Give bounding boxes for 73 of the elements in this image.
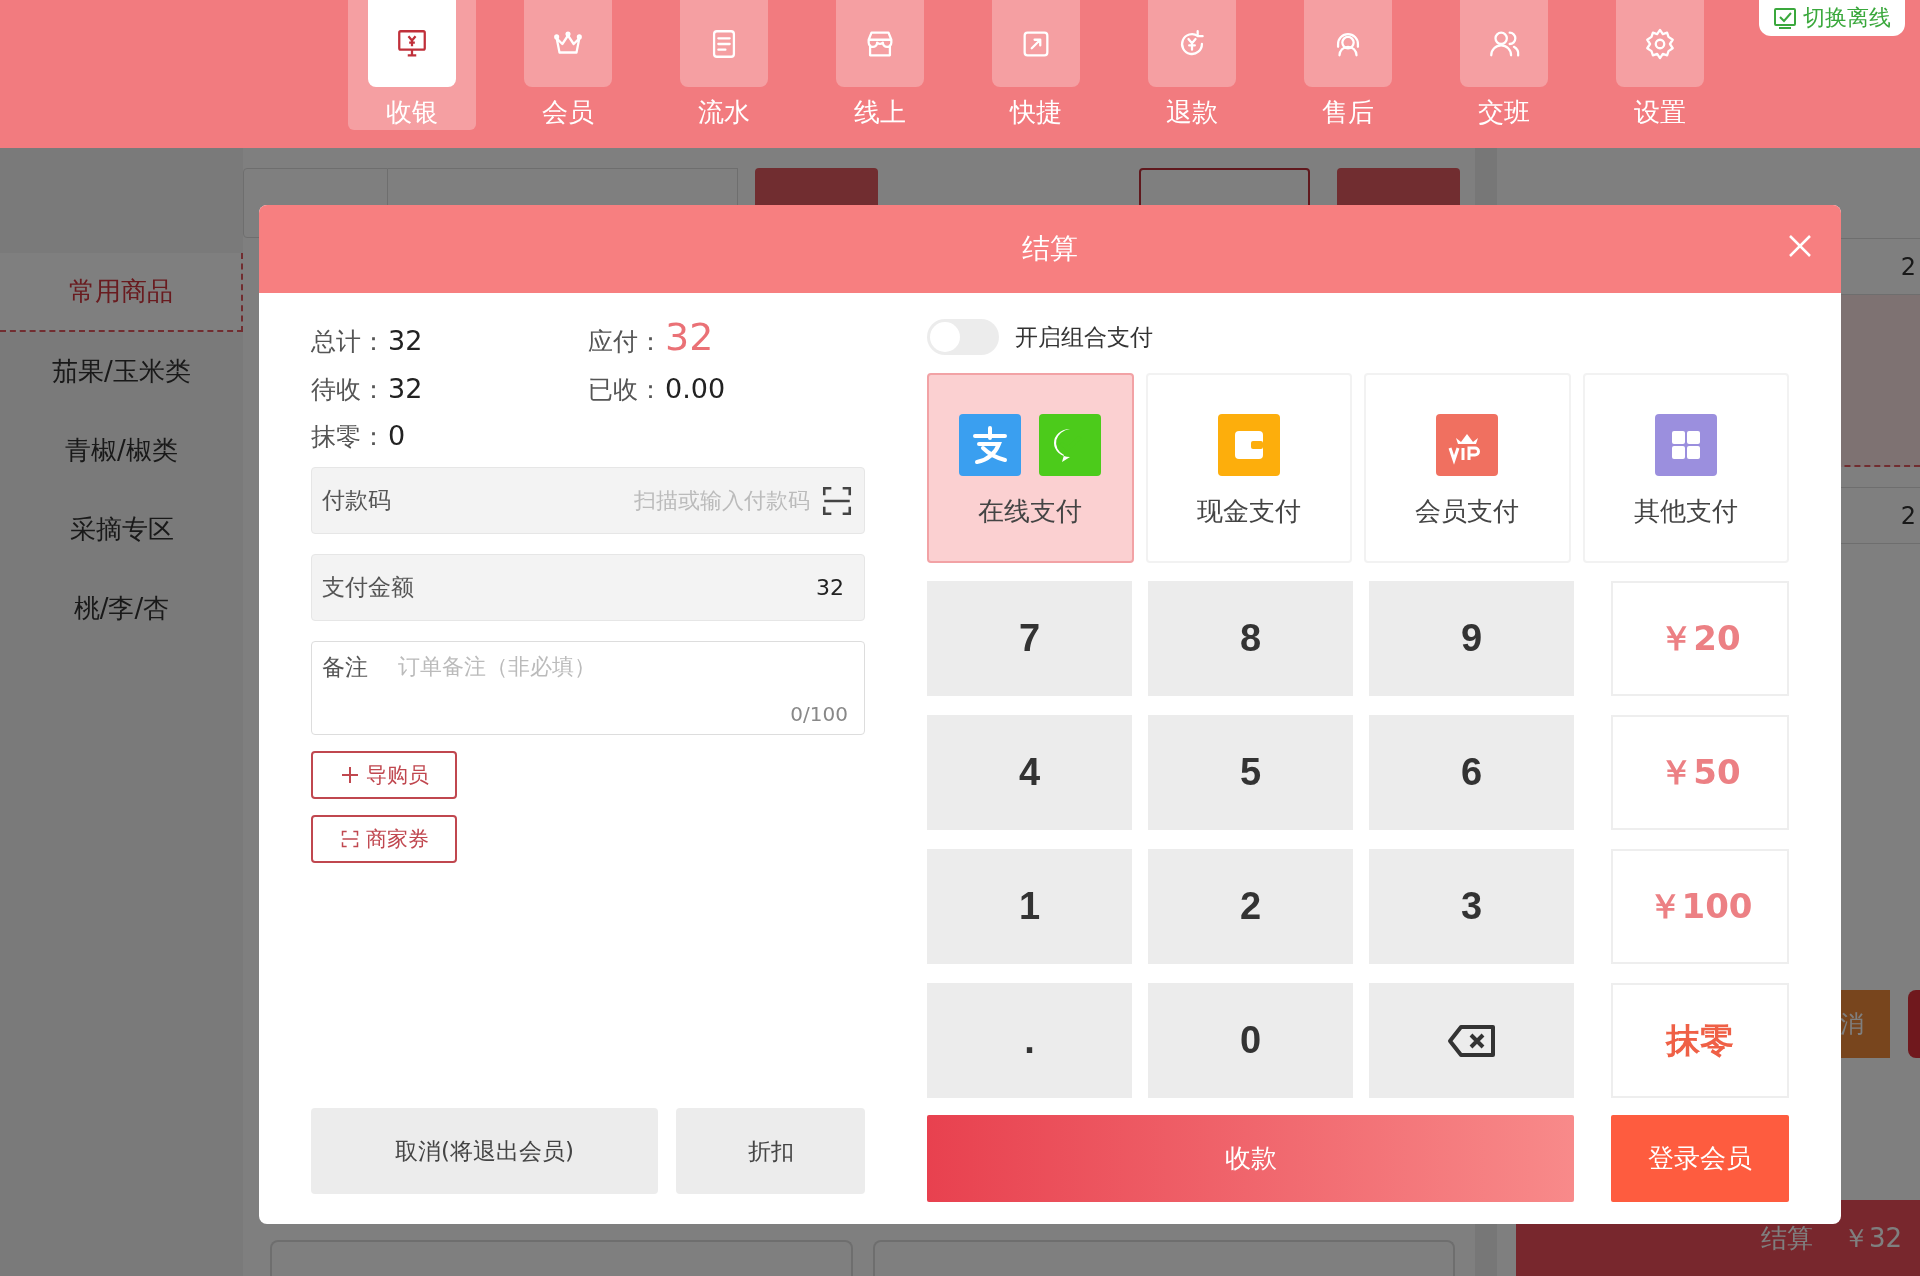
footer-button[interactable]: 取消(将退出会员): [311, 1108, 658, 1194]
plus-icon: [339, 765, 360, 785]
grid-icon: [1654, 414, 1717, 476]
nav-tab[interactable]: 交班: [1440, 0, 1568, 130]
nav-tab[interactable]: 线上: [816, 0, 944, 130]
nav-tab[interactable]: 退款: [1128, 0, 1256, 130]
keypad-key[interactable]: 0: [1148, 983, 1353, 1098]
summary-value: 32: [665, 315, 714, 359]
settings-icon: [1643, 26, 1677, 61]
field-label: 付款码: [322, 486, 391, 515]
scan-icon: [339, 829, 360, 849]
remark-field[interactable]: 备注 订单备注（非必填） 0/100: [311, 641, 865, 735]
vip-crown-icon: [1436, 414, 1499, 476]
field-value: 32: [816, 575, 844, 600]
quick-amount-key[interactable]: ￥50: [1611, 715, 1789, 830]
placeholder-text: 扫描或输入付款码: [634, 486, 810, 515]
summary-label: 总计：: [311, 326, 386, 358]
keypad-key[interactable]: 6: [1369, 715, 1574, 830]
dialog-title: 结算: [1022, 231, 1078, 267]
keypad-key[interactable]: 8: [1148, 581, 1353, 696]
field-label: 备注: [322, 653, 368, 682]
field-label: 支付金额: [322, 573, 414, 602]
nav-tab[interactable]: 流水: [660, 0, 788, 130]
summary-value: 0: [388, 420, 406, 451]
summary-value: 32: [388, 325, 423, 356]
keypad-key[interactable]: 4: [927, 715, 1132, 830]
add-option-button[interactable]: 商家券: [311, 815, 457, 863]
keypad-key[interactable]: 3: [1369, 849, 1574, 964]
placeholder-text: 订单备注（非必填）: [398, 653, 596, 681]
nav-tab[interactable]: 会员: [504, 0, 632, 130]
summary-value: 0.00: [665, 373, 726, 404]
quick-amount-key[interactable]: ￥100: [1611, 849, 1789, 964]
side-button[interactable]: [1908, 990, 1920, 1058]
member-login-button[interactable]: 登录会员: [1611, 1115, 1789, 1202]
backspace-icon: [1446, 1023, 1497, 1058]
keypad-key[interactable]: 2: [1148, 849, 1353, 964]
checkbox-icon: [1773, 6, 1797, 30]
summary-value: 32: [388, 373, 423, 404]
backspace-key[interactable]: [1369, 983, 1574, 1098]
nav-tab[interactable]: 售后: [1284, 0, 1412, 130]
footer-button[interactable]: 折扣: [676, 1108, 865, 1194]
payment-method-card[interactable]: 现金支付: [1145, 373, 1352, 563]
summary-label: 待收：: [311, 374, 386, 406]
summary-label: 抹零：: [311, 421, 386, 453]
summary-label: 已收：: [588, 374, 663, 406]
nav-tab[interactable]: 设置: [1596, 0, 1724, 130]
round-off-key[interactable]: 抹零: [1611, 983, 1789, 1098]
payment-method-card[interactable]: 会员支付: [1364, 373, 1571, 563]
wallet-icon: [1217, 414, 1280, 476]
offline-switch-button[interactable]: 切换离线: [1759, 0, 1905, 36]
collect-payment-button[interactable]: 收款: [927, 1115, 1574, 1202]
add-option-button[interactable]: 导购员: [311, 751, 457, 799]
quick-amount-key[interactable]: ￥20: [1611, 581, 1789, 696]
chat-bubble-icon: [1039, 414, 1102, 476]
payment-method-card[interactable]: 其他支付: [1582, 373, 1789, 563]
category-item[interactable]: 常用商品: [0, 253, 243, 332]
category-item[interactable]: 桃/李/杏: [0, 569, 243, 648]
keypad-key[interactable]: 1: [927, 849, 1132, 964]
summary-label: 应付：: [588, 326, 663, 358]
keypad-key[interactable]: 5: [1148, 715, 1353, 830]
alipay-icon: [959, 414, 1022, 476]
keypad-key[interactable]: 7: [927, 581, 1132, 696]
category-item[interactable]: 青椒/椒类: [0, 411, 243, 490]
nav-tab[interactable]: 快捷: [972, 0, 1100, 130]
payment-method-card[interactable]: 在线支付: [927, 373, 1134, 563]
keypad-key[interactable]: 9: [1369, 581, 1574, 696]
payment-code-field[interactable]: 付款码 扫描或输入付款码: [311, 467, 865, 534]
category-item[interactable]: 茄果/玉米类: [0, 332, 243, 411]
character-counter: 0/100: [790, 702, 848, 726]
keypad-key[interactable]: .: [927, 983, 1132, 1098]
category-item[interactable]: 采摘专区: [0, 490, 243, 569]
toggle-label: 开启组合支付: [1015, 322, 1153, 352]
amount-field[interactable]: 支付金额 32: [311, 554, 865, 621]
